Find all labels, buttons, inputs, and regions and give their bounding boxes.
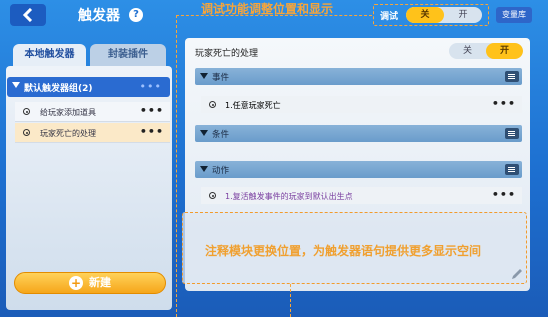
trigger-group-label: 默认触发器组(2) [24,84,93,94]
collapse-arrow-icon[interactable] [200,166,208,172]
handler-enable-toggle[interactable]: 关 开 [449,43,523,59]
bullet-icon [23,129,30,136]
pencil-icon[interactable] [510,267,524,281]
more-options-icon[interactable]: ••• [492,188,516,201]
trigger-item-selected[interactable]: 玩家死亡的处理 ••• [15,123,170,143]
event-item[interactable]: 1.任意玩家死亡 ••• [201,96,522,113]
handler-toggle-off[interactable]: 关 [449,43,486,59]
collapse-arrow-icon[interactable] [200,73,208,79]
collapse-arrow-icon[interactable] [200,130,208,136]
section-label: 事件 [212,73,230,83]
back-arrow-icon [22,8,33,22]
more-options-icon[interactable]: ••• [492,97,516,110]
edit-list-icon[interactable] [505,71,519,82]
help-icon[interactable]: ? [129,8,143,22]
annotation-guide-line [290,284,291,317]
handler-toggle-on[interactable]: 开 [486,43,523,59]
trigger-item[interactable]: 给玩家添加道具 ••• [15,102,170,122]
comment-annotation-text: 注释模块更换位置，为触发器语句提供更多显示空间 [205,244,482,258]
handler-title: 玩家死亡的处理 [195,49,259,59]
trigger-item-label: 玩家死亡的处理 [40,129,96,138]
new-button-label: 新建 [89,276,111,289]
trigger-group-row[interactable]: 默认触发器组(2) ••• [7,77,170,97]
tab-local-triggers[interactable]: 本地触发器 [13,44,86,66]
more-options-icon[interactable]: ••• [140,104,164,117]
debug-label: 调试 [380,12,399,22]
edit-list-icon[interactable] [505,164,519,175]
more-options-icon[interactable]: ••• [140,125,164,138]
edit-list-icon[interactable] [505,128,519,139]
action-item-text: 1.复活触发事件的玩家到默认出生点 [225,192,353,201]
action-item[interactable]: 1.复活触发事件的玩家到默认出生点 ••• [201,187,522,204]
tab-packaged-plugins[interactable]: 封装插件 [90,44,166,66]
annotation-label: 调试功能调整位置和显示 [201,2,334,16]
annotation-guide-line [176,15,177,317]
bullet-icon [209,192,216,199]
debug-toggle[interactable]: 关 开 [406,7,482,23]
debug-toggle-off[interactable]: 关 [406,7,444,23]
back-button[interactable] [10,4,46,26]
variable-library-button[interactable]: 变量库 [496,7,532,23]
bullet-icon [23,108,30,115]
plus-icon: + [69,276,83,290]
event-item-text: 1.任意玩家死亡 [225,101,281,110]
section-label: 条件 [212,130,230,140]
section-label: 动作 [212,166,230,176]
trigger-item-label: 给玩家添加道具 [40,108,96,117]
section-event[interactable]: 事件 [195,68,522,85]
bullet-icon [209,101,216,108]
new-trigger-button[interactable]: + 新建 [14,272,166,294]
page-title: 触发器 [78,8,120,24]
collapse-arrow-icon[interactable] [12,82,20,88]
top-bar: 触发器 ? 调试功能调整位置和显示 调试 关 开 变量库 [0,0,548,30]
section-condition[interactable]: 条件 [195,125,522,142]
section-action[interactable]: 动作 [195,161,522,178]
debug-toggle-on[interactable]: 开 [444,7,482,23]
more-options-icon[interactable]: ••• [140,80,162,93]
